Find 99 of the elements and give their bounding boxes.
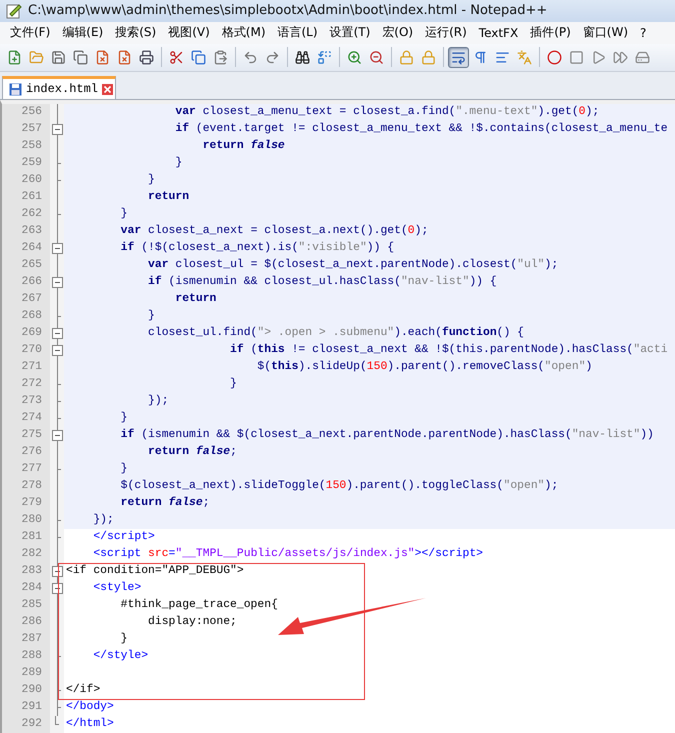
- line-number: 262: [2, 206, 50, 224]
- close-icon[interactable]: [102, 84, 114, 95]
- menu-item[interactable]: 搜索(S): [109, 22, 162, 44]
- fold-icon[interactable]: [52, 240, 62, 258]
- line-number: 276: [2, 444, 50, 462]
- floppy-icon: [9, 82, 22, 96]
- menu-item[interactable]: 设置(T): [324, 22, 376, 44]
- code-line: <style>: [92, 580, 142, 596]
- paste-icon: [213, 50, 228, 65]
- close-files-icon: [117, 50, 132, 65]
- code-line: </style>: [92, 648, 150, 664]
- line-number: 272: [2, 376, 50, 394]
- code-line: display:none;: [147, 614, 238, 630]
- line-number: 288: [2, 648, 50, 666]
- undo-icon: [243, 50, 258, 65]
- line-number: 292: [2, 716, 50, 733]
- replace-icon: [317, 50, 332, 65]
- cut-icon: [169, 50, 184, 65]
- line-number: 273: [2, 393, 50, 410]
- line-number: 279: [2, 495, 50, 512]
- menu-item[interactable]: 宏(O): [376, 22, 420, 44]
- line-number: 265: [2, 257, 50, 274]
- search-icon: [295, 50, 310, 65]
- folder-icon: [29, 50, 44, 65]
- play-icon: [591, 50, 606, 65]
- line-number: 268: [2, 308, 50, 326]
- menu-item[interactable]: 插件(P): [524, 22, 577, 44]
- line-number: 267: [2, 291, 50, 308]
- copy-icon: [191, 50, 206, 65]
- line-number: 281: [2, 529, 50, 546]
- lock-icon: [421, 50, 436, 65]
- line-number: 270: [2, 342, 50, 360]
- fold-icon[interactable]: [52, 563, 62, 580]
- line-number: 269: [2, 325, 50, 342]
- wrap-text-icon: [451, 50, 466, 65]
- zoom-out-icon: [369, 50, 384, 65]
- line-number: 274: [2, 410, 50, 428]
- new-file-icon: [7, 50, 22, 65]
- line-number: 257: [2, 121, 50, 138]
- print-icon: [139, 50, 154, 65]
- code-line: #think_page_trace_open{: [120, 598, 279, 614]
- line-number: 256: [2, 104, 50, 122]
- code-line: <if condition="APP_DEBUG">: [65, 564, 245, 580]
- close-file-icon: [95, 50, 110, 65]
- fold-icon[interactable]: [52, 580, 62, 598]
- fold-icon[interactable]: [52, 325, 62, 342]
- line-number: 290: [2, 682, 50, 700]
- line-number: 271: [2, 359, 50, 376]
- line-number: 266: [2, 274, 50, 292]
- line-number: 261: [2, 189, 50, 206]
- line-number: 277: [2, 461, 50, 478]
- line-number: 284: [2, 580, 50, 598]
- language-icon: [517, 50, 532, 65]
- file-tab[interactable]: index.html: [2, 76, 116, 100]
- line-number: 283: [2, 563, 50, 580]
- line-number: 291: [2, 699, 50, 716]
- code-line: </if>: [65, 682, 102, 698]
- code-line: }: [120, 632, 129, 648]
- code-line: </body>: [65, 700, 115, 716]
- line-number: 280: [2, 512, 50, 530]
- menu-item[interactable]: 视图(V): [162, 22, 216, 44]
- fold-icon[interactable]: [52, 342, 62, 360]
- line-number: 289: [2, 665, 50, 682]
- record-icon: [547, 50, 562, 65]
- code-line: </html>: [65, 716, 115, 732]
- menu-item[interactable]: TextFX: [472, 24, 524, 42]
- stop-icon: [569, 50, 584, 65]
- fold-icon[interactable]: [52, 427, 62, 444]
- line-number: 285: [2, 597, 50, 614]
- pilcrow-icon: [473, 50, 488, 65]
- floppy-icon: [51, 50, 66, 65]
- menu-item[interactable]: 文件(F): [4, 22, 56, 44]
- zoom-in-icon: [347, 50, 362, 65]
- line-number: 282: [2, 546, 50, 564]
- code-line: <script src="__TMPL__Public/assets/js/index.js"></script>: [92, 546, 484, 562]
- notepad-icon: [6, 2, 22, 19]
- fold-icon[interactable]: [52, 274, 62, 292]
- menu-item[interactable]: 格式(M): [216, 22, 272, 44]
- menu-item[interactable]: 窗口(W): [576, 22, 634, 44]
- line-number: 286: [2, 614, 50, 632]
- menu-item[interactable]: 运行(R): [419, 22, 473, 44]
- code-line: </script>: [92, 530, 156, 546]
- menu-item[interactable]: 编辑(E): [56, 22, 110, 44]
- menu-item[interactable]: 语言(L): [272, 22, 324, 44]
- window-title: C:\wamp\www\admin\themes\simplebootx\Admin\boot\index.html - Notepad++: [28, 3, 548, 18]
- line-number: 259: [2, 155, 50, 172]
- redo-icon: [265, 50, 280, 65]
- line-number: 258: [2, 138, 50, 156]
- line-number: 264: [2, 240, 50, 258]
- line-number: 260: [2, 172, 50, 190]
- line-number: 278: [2, 478, 50, 496]
- fast-forward-icon: [613, 50, 628, 65]
- line-number: 287: [2, 631, 50, 648]
- line-number: 263: [2, 223, 50, 240]
- menu-item[interactable]: ?: [634, 24, 652, 42]
- line-number: 275: [2, 427, 50, 444]
- lock-icon: [399, 50, 414, 65]
- toolbar-button[interactable]: [448, 46, 469, 68]
- fold-icon[interactable]: [52, 121, 62, 138]
